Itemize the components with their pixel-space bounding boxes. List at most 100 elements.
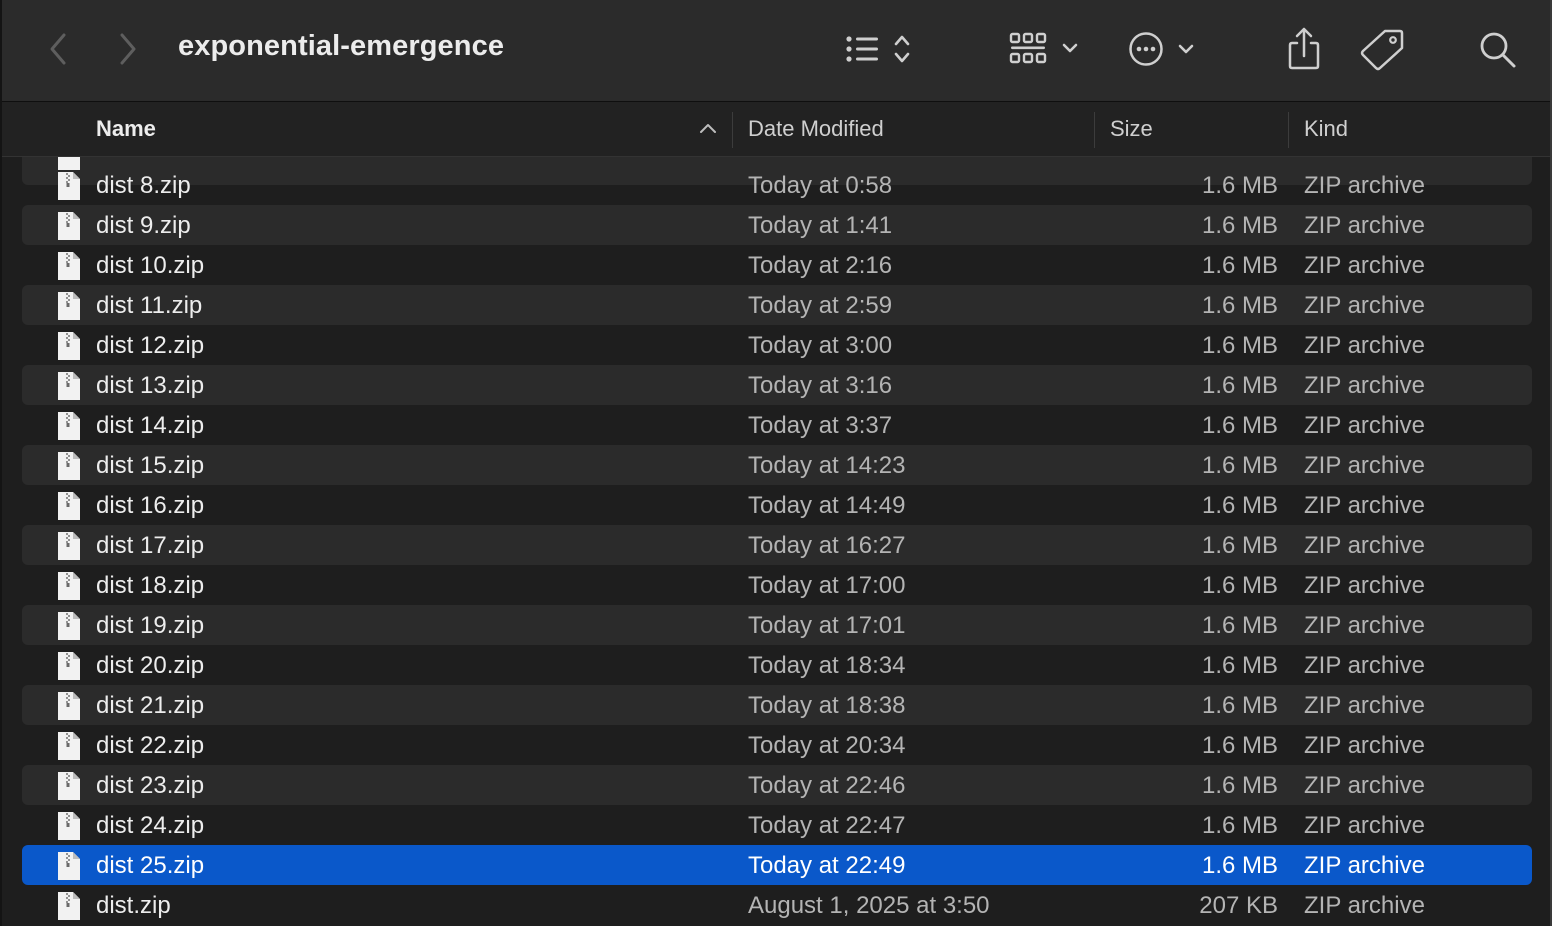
share-button[interactable] — [1282, 26, 1326, 72]
zip-file-icon — [58, 812, 80, 840]
zip-file-icon — [58, 692, 80, 720]
file-name: dist.zip — [96, 892, 171, 919]
file-date-modified: Today at 22:46 — [748, 772, 906, 799]
file-kind: ZIP archive — [1304, 212, 1425, 239]
file-date-modified: Today at 14:23 — [748, 452, 906, 479]
file-row[interactable]: dist 19.zip Today at 17:01 1.6 MB ZIP archi… — [22, 605, 1532, 645]
file-kind: ZIP archive — [1304, 292, 1425, 319]
file-kind: ZIP archive — [1304, 772, 1425, 799]
column-divider[interactable] — [1094, 112, 1095, 148]
file-size: 1.6 MB — [1201, 532, 1278, 559]
file-kind: ZIP archive — [1304, 692, 1425, 719]
chevron-left-icon — [50, 33, 66, 65]
file-size: 1.6 MB — [1201, 812, 1278, 839]
file-date-modified: Today at 2:59 — [748, 292, 893, 319]
file-row[interactable]: dist 25.zip Today at 22:49 1.6 MB ZIP archi… — [22, 845, 1532, 885]
view-mode-button[interactable] — [840, 30, 920, 70]
file-row[interactable]: dist 11.zip Today at 2:59 1.6 MB ZIP archiv… — [22, 285, 1532, 325]
file-date-modified: Today at 3:00 — [748, 332, 893, 359]
column-divider[interactable] — [732, 112, 733, 148]
file-kind: ZIP archive — [1304, 452, 1425, 479]
zip-file-icon — [58, 212, 80, 240]
file-row[interactable]: dist.zip August 1, 2025 at 3:50 207 KB ZIP … — [22, 885, 1532, 925]
file-size: 1.6 MB — [1201, 292, 1278, 319]
file-size: 1.6 MB — [1201, 172, 1278, 199]
file-row[interactable]: dist 9.zip Today at 1:41 1.6 MB ZIP archive — [22, 205, 1532, 245]
file-row[interactable]: dist 14.zip Today at 3:37 1.6 MB ZIP archiv… — [22, 405, 1532, 445]
tag-icon — [1360, 29, 1404, 71]
file-name: dist 10.zip — [96, 252, 205, 279]
forward-button[interactable] — [112, 28, 144, 70]
file-date-modified: Today at 16:27 — [748, 532, 906, 559]
file-kind: ZIP archive — [1304, 572, 1425, 599]
file-size: 1.6 MB — [1201, 452, 1278, 479]
file-row[interactable]: dist 22.zip Today at 20:34 1.6 MB ZIP archi… — [22, 725, 1532, 765]
file-date-modified: Today at 17:00 — [748, 572, 906, 599]
finder-window: exponential-emergence Name Date Modified… — [0, 0, 1552, 926]
back-button[interactable] — [42, 28, 74, 70]
column-size-header[interactable]: Size — [1110, 116, 1153, 142]
zip-file-icon — [58, 492, 80, 520]
file-row[interactable]: dist 8.zip Today at 0:58 1.6 MB ZIP archive — [22, 165, 1532, 205]
file-row[interactable]: dist 20.zip Today at 18:34 1.6 MB ZIP archi… — [22, 645, 1532, 685]
file-name: dist 13.zip — [96, 372, 205, 399]
list-view-icon — [846, 35, 910, 63]
zip-file-icon — [58, 452, 80, 480]
file-row[interactable]: dist 24.zip Today at 22:47 1.6 MB ZIP archi… — [22, 805, 1532, 845]
file-kind: ZIP archive — [1304, 852, 1425, 879]
file-row[interactable]: dist 15.zip Today at 14:23 1.6 MB ZIP archi… — [22, 445, 1532, 485]
file-name: dist 8.zip — [96, 172, 191, 199]
file-date-modified: August 1, 2025 at 3:50 — [748, 892, 990, 919]
file-name: dist 21.zip — [96, 692, 205, 719]
file-row[interactable]: dist 23.zip Today at 22:46 1.6 MB ZIP archi… — [22, 765, 1532, 805]
file-row[interactable]: dist 18.zip Today at 17:00 1.6 MB ZIP archi… — [22, 565, 1532, 605]
file-name: dist 15.zip — [96, 452, 205, 479]
group-button[interactable] — [1006, 28, 1086, 70]
file-kind: ZIP archive — [1304, 532, 1425, 559]
search-button[interactable] — [1476, 28, 1520, 72]
file-date-modified: Today at 18:38 — [748, 692, 906, 719]
file-size: 1.6 MB — [1201, 332, 1278, 359]
file-size: 1.6 MB — [1201, 372, 1278, 399]
file-kind: ZIP archive — [1304, 372, 1425, 399]
ellipsis-circle-icon — [1129, 32, 1194, 66]
file-size: 1.6 MB — [1201, 572, 1278, 599]
zip-file-icon — [58, 412, 80, 440]
zip-file-icon — [58, 852, 80, 880]
file-name: dist 18.zip — [96, 572, 205, 599]
file-kind: ZIP archive — [1304, 612, 1425, 639]
file-row[interactable]: dist 21.zip Today at 18:38 1.6 MB ZIP archi… — [22, 685, 1532, 725]
file-row[interactable]: dist 12.zip Today at 3:00 1.6 MB ZIP archiv… — [22, 325, 1532, 365]
file-size: 1.6 MB — [1201, 772, 1278, 799]
file-kind: ZIP archive — [1304, 492, 1425, 519]
file-date-modified: Today at 22:49 — [748, 852, 906, 879]
file-row[interactable]: dist 16.zip Today at 14:49 1.6 MB ZIP archi… — [22, 485, 1532, 525]
file-kind: ZIP archive — [1304, 252, 1425, 279]
file-row[interactable]: dist 13.zip Today at 3:16 1.6 MB ZIP archiv… — [22, 365, 1532, 405]
column-divider[interactable] — [1288, 112, 1289, 148]
zip-file-icon — [58, 372, 80, 400]
column-date-header[interactable]: Date Modified — [748, 116, 884, 142]
file-name: dist 16.zip — [96, 492, 205, 519]
tags-button[interactable] — [1358, 26, 1408, 72]
file-size: 1.6 MB — [1201, 492, 1278, 519]
window-title: exponential-emergence — [178, 30, 505, 62]
zip-file-icon — [58, 772, 80, 800]
column-header: Name Date Modified Size Kind — [2, 102, 1550, 157]
file-date-modified: Today at 0:58 — [748, 172, 893, 199]
file-name: dist 25.zip — [96, 852, 205, 879]
zip-file-icon — [58, 172, 80, 200]
file-row[interactable]: dist 10.zip Today at 2:16 1.6 MB ZIP archiv… — [22, 245, 1532, 285]
file-name: dist 11.zip — [96, 292, 203, 319]
column-kind-header[interactable]: Kind — [1304, 116, 1348, 142]
search-icon — [1480, 32, 1516, 68]
file-row[interactable]: dist 17.zip Today at 16:27 1.6 MB ZIP archi… — [22, 525, 1532, 565]
sort-ascending-icon[interactable] — [698, 120, 718, 136]
action-menu-button[interactable] — [1126, 28, 1206, 70]
file-date-modified: Today at 22:47 — [748, 812, 906, 839]
column-name-header[interactable]: Name — [96, 116, 156, 142]
file-kind: ZIP archive — [1304, 812, 1425, 839]
file-size: 1.6 MB — [1201, 252, 1278, 279]
toolbar: exponential-emergence — [2, 0, 1550, 102]
file-date-modified: Today at 17:01 — [748, 612, 906, 639]
